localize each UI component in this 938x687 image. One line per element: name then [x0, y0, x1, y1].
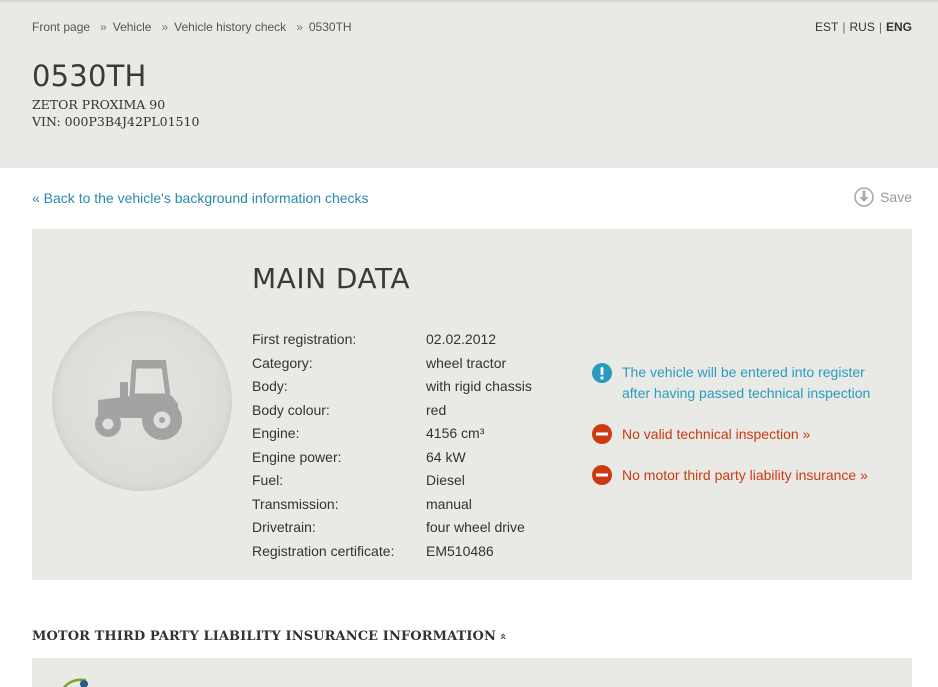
vehicle-model: ZETOR PROXIMA 90	[32, 97, 166, 112]
language-eng[interactable]: ENG	[886, 20, 912, 34]
data-label: Body colour:	[252, 401, 330, 418]
download-icon	[854, 187, 874, 207]
notice-link-text[interactable]: No motor third party liability insurance…	[622, 465, 868, 486]
data-label: Transmission:	[252, 495, 339, 512]
notices-list: The vehicle will be entered into registe…	[592, 362, 892, 506]
data-row-engine: Engine: 4156 cm³	[252, 422, 532, 446]
insurance-section-panel	[32, 658, 912, 687]
main-data-title: MAIN DATA	[252, 262, 411, 295]
data-value: red	[426, 401, 447, 418]
page-header: Front page » Vehicle » Vehicle history check…	[0, 0, 938, 168]
data-value: wheel tractor	[426, 354, 507, 371]
save-button[interactable]: Save	[854, 187, 912, 207]
data-value: 02.02.2012	[426, 331, 497, 347]
data-value: EM510486	[426, 542, 494, 559]
no-entry-icon	[592, 424, 612, 444]
notice-register-info: The vehicle will be entered into registe…	[592, 362, 892, 404]
insurance-section-title: MOTOR THIRD PARTY LIABILITY INSURANCE IN…	[32, 629, 496, 644]
language-est[interactable]: EST	[815, 20, 838, 34]
notice-no-technical-inspection[interactable]: No valid technical inspection »	[592, 424, 892, 445]
data-row-first-registration: First registration: 02.02.2012	[252, 328, 532, 352]
language-separator: |	[878, 20, 882, 34]
data-label: Body:	[252, 378, 288, 394]
data-value: with rigid chassis	[426, 378, 532, 394]
exclamation-icon	[592, 363, 612, 383]
breadcrumb-separator: »	[296, 20, 303, 34]
main-data-panel: MAIN DATA First registration: 02.02.2012 …	[32, 229, 912, 580]
data-value: manual	[426, 495, 472, 512]
tractor-icon	[95, 360, 182, 440]
data-value: Diesel	[426, 472, 465, 488]
data-value: four wheel drive	[426, 519, 525, 535]
language-switcher: EST | RUS | ENG	[815, 20, 912, 34]
data-label: Category:	[252, 354, 313, 371]
data-row-fuel: Fuel: Diesel	[252, 469, 532, 493]
vehicle-image	[52, 311, 232, 491]
main-data-table: First registration: 02.02.2012 Category: w…	[252, 328, 532, 563]
data-label: Drivetrain:	[252, 519, 316, 535]
breadcrumb: Front page » Vehicle » Vehicle history check…	[32, 20, 352, 34]
notice-text: The vehicle will be entered into registe…	[622, 364, 871, 401]
data-label: Engine power:	[252, 448, 342, 465]
data-value: 4156 cm³	[426, 425, 485, 441]
vehicle-vin: VIN: 000P3B4J42PL01510	[32, 114, 200, 129]
language-separator: |	[842, 20, 846, 34]
data-row-category: Category: wheel tractor	[252, 352, 532, 376]
data-row-body: Body: with rigid chassis	[252, 375, 532, 399]
breadcrumb-separator: »	[100, 20, 107, 34]
breadcrumb-front-page[interactable]: Front page	[32, 20, 90, 34]
breadcrumb-separator: »	[161, 20, 169, 34]
data-label: Engine:	[252, 425, 300, 441]
data-row-body-colour: Body colour: red	[252, 399, 532, 423]
data-row-engine-power: Engine power: 64 kW	[252, 446, 532, 470]
breadcrumb-vehicle-history-check[interactable]: Vehicle history check	[174, 20, 286, 34]
back-to-checks-link[interactable]: « Back to the vehicle's background infor…	[32, 190, 369, 206]
data-row-registration-certificate: Registration certificate: EM510486	[252, 540, 532, 564]
save-label: Save	[880, 189, 912, 205]
data-label: Fuel:	[252, 472, 284, 488]
data-row-transmission: Transmission: manual	[252, 493, 532, 517]
breadcrumb-vehicle[interactable]: Vehicle	[113, 20, 152, 34]
data-label: First registration:	[252, 331, 357, 347]
data-label: Registration certificate:	[252, 542, 395, 559]
breadcrumb-current: 0530TH	[308, 20, 352, 34]
no-entry-icon	[592, 465, 612, 485]
chevron-up-double-icon: «	[497, 632, 511, 641]
insurer-logo-icon	[62, 678, 88, 687]
data-value: 64 kW	[426, 448, 466, 465]
data-row-drivetrain: Drivetrain: four wheel drive	[252, 516, 532, 540]
notice-no-insurance[interactable]: No motor third party liability insurance…	[592, 465, 892, 486]
notice-link-text[interactable]: No valid technical inspection »	[622, 424, 810, 445]
page-title: 0530TH	[32, 59, 147, 93]
insurance-section-toggle[interactable]: MOTOR THIRD PARTY LIABILITY INSURANCE IN…	[32, 629, 511, 644]
language-rus[interactable]: RUS	[850, 20, 875, 34]
